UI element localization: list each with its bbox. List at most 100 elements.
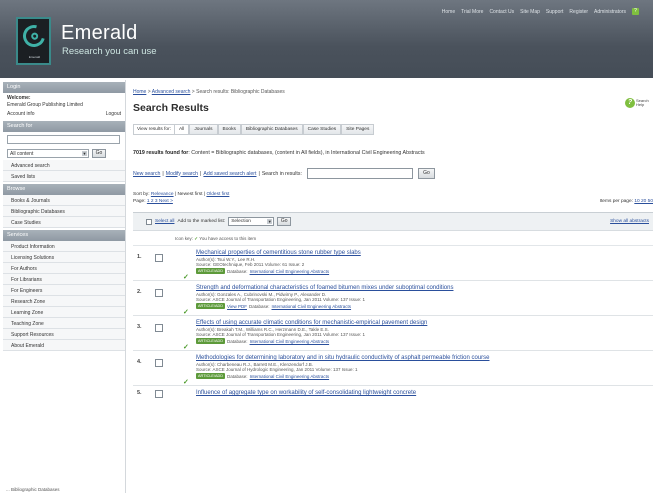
result-checkbox[interactable] — [155, 289, 163, 297]
add-marked-label: Add to the marked list: — [177, 219, 226, 224]
sort-relevance-link[interactable]: Relevance — [151, 192, 174, 197]
nav-home-link[interactable]: Home — [442, 9, 455, 15]
result-title-link[interactable]: Effects of using accurate climatic condi… — [196, 320, 427, 326]
scope-select-value: All content — [10, 151, 34, 157]
sidebar-item-bibliographic-databases[interactable]: Bibliographic Databases — [3, 206, 125, 217]
welcome-org: Emerald Group Publishing Limited — [7, 101, 83, 108]
pagination-row: Page: 1 2 3 Next > Items per page: 10 20… — [133, 199, 653, 204]
result-database-link[interactable]: International Civil Engineering Abstract… — [250, 269, 330, 274]
page-links[interactable]: 1 2 3 Next > — [147, 199, 173, 204]
logout-link[interactable]: Logout — [106, 111, 121, 117]
login-heading[interactable]: Login — [3, 82, 125, 93]
sidebar-item-licensing-solutions[interactable]: Licensing Solutions — [3, 252, 125, 263]
account-info-link[interactable]: Account info — [7, 111, 35, 117]
account-row: Account info Logout — [3, 110, 125, 119]
nav-support-link[interactable]: Support — [546, 9, 564, 15]
result-number: 5. — [137, 390, 142, 396]
tabs-label: View results for: — [133, 124, 175, 135]
sidebar-search-input[interactable] — [7, 135, 120, 144]
result-database-label: Database: — [227, 268, 248, 274]
new-search-link[interactable]: New search — [133, 171, 160, 177]
result-database-link[interactable]: International Civil Engineering Abstract… — [250, 339, 330, 344]
tab-bibliographic-databases[interactable]: Bibliographic Databases — [240, 124, 303, 135]
nav-register-link[interactable]: Register — [569, 9, 588, 15]
nav-trial-link[interactable]: Trial More — [461, 9, 483, 15]
sort-newest[interactable]: | Newest first | — [174, 192, 207, 197]
sidebar-go-button[interactable]: Go — [92, 149, 106, 158]
result-title-link[interactable]: Mechanical properties of cementitious st… — [196, 250, 361, 256]
result-type-badge[interactable]: ARTICLE/ADD — [196, 303, 226, 309]
sidebar-item-for-engineers[interactable]: For Engineers — [3, 285, 125, 296]
help-icon[interactable]: ? — [632, 8, 639, 15]
browse-heading: Browse — [3, 184, 125, 195]
marked-list-select[interactable]: Selection ▼ — [228, 217, 275, 226]
view-pdf-link[interactable]: View PDF — [227, 304, 247, 309]
sidebar-item-learning-zone[interactable]: Learning Zone — [3, 307, 125, 318]
icon-key-text: You have access to this item — [199, 236, 257, 241]
emerald-logo[interactable]: Emerald — [16, 17, 51, 65]
sidebar-item-books-journals[interactable]: Books & Journals — [3, 195, 125, 206]
access-check-icon: ✓ — [183, 344, 189, 351]
nav-contact-link[interactable]: Contact Us — [489, 9, 514, 15]
result-source: Source: ASCE Journal of Transportation E… — [196, 332, 366, 337]
search-help-button[interactable]: ? Search Help — [625, 98, 649, 108]
result-type-badge[interactable]: ARTICLE/ADD — [196, 338, 226, 344]
sidebar-item-case-studies[interactable]: Case Studies — [3, 217, 125, 228]
result-title-link[interactable]: Methodologies for determining laboratory… — [196, 355, 490, 361]
result-database-link[interactable]: International Civil Engineering Abstract… — [250, 374, 330, 379]
sidebar-item-for-librarians[interactable]: For Librarians — [3, 274, 125, 285]
results-count: 7019 results found for — [133, 150, 189, 156]
icon-key: Icon key: ✓ You have access to this item — [133, 231, 653, 246]
nav-administrators-link[interactable]: Administrators — [594, 9, 626, 15]
show-abstracts-link[interactable]: Show all abstracts — [610, 219, 649, 224]
result-type-badge[interactable]: ARTICLE/ADD — [196, 268, 226, 274]
result-database-label: Database: — [227, 373, 248, 379]
search-heading: Search for — [3, 121, 125, 132]
select-all-link[interactable]: Select all — [155, 219, 174, 224]
sidebar-item-teaching-zone[interactable]: Teaching Zone — [3, 318, 125, 329]
add-alert-link[interactable]: Add saved search alert — [203, 171, 256, 177]
result-checkbox[interactable] — [155, 324, 163, 332]
sidebar-item-support-resources[interactable]: Support Resources — [3, 329, 125, 340]
result-checkbox[interactable] — [155, 254, 163, 262]
breadcrumb: Home > Advanced search > Search results:… — [133, 80, 653, 95]
search-within-input[interactable] — [306, 168, 413, 179]
result-type-badge[interactable]: ARTICLE/ADD — [196, 373, 226, 379]
result-title-link[interactable]: Strength and deformational characteristi… — [196, 285, 453, 291]
marked-go-button[interactable]: Go — [277, 217, 292, 226]
result-ops: ARTICLE/ADD Database: International Civi… — [196, 373, 329, 379]
sidebar-item-for-authors[interactable]: For Authors — [3, 263, 125, 274]
breadcrumb-home-link[interactable]: Home — [133, 89, 146, 95]
per-page-links[interactable]: 10 20 50 — [634, 199, 653, 204]
tab-books[interactable]: Books — [217, 124, 241, 135]
result-checkbox[interactable] — [155, 390, 163, 398]
chevron-down-icon: ▼ — [82, 151, 87, 156]
sidebar-item-advanced-search[interactable]: Advanced search — [3, 160, 125, 171]
modify-search-link[interactable]: Modify search — [166, 171, 198, 177]
sidebar-item-product-information[interactable]: Product Information — [3, 241, 125, 252]
main-content: Home > Advanced search > Search results:… — [133, 80, 653, 493]
access-check-icon: ✓ — [183, 274, 189, 281]
top-nav: Home Trial More Contact Us Site Map Supp… — [442, 8, 639, 15]
breadcrumb-current: > Search results: Bibliographic Database… — [190, 89, 285, 95]
result-source: Source: GEOtechnique, Feb 2011 Volume: 6… — [196, 262, 305, 267]
marked-list-value: Selection — [231, 219, 251, 224]
breadcrumb-advanced-link[interactable]: Advanced search — [152, 89, 191, 95]
scope-select[interactable]: All content ▼ — [7, 149, 89, 158]
sort-oldest-link[interactable]: Oldest first — [206, 192, 229, 197]
result-title-link[interactable]: Influence of aggregate type on workabili… — [196, 390, 416, 396]
tab-site-pages[interactable]: Site Pages — [341, 124, 375, 135]
select-all-checkbox[interactable] — [146, 218, 152, 225]
sidebar-item-about-emerald[interactable]: About Emerald — [3, 340, 125, 351]
sidebar-item-saved-lists[interactable]: Saved lists — [3, 171, 125, 182]
tab-case-studies[interactable]: Case Studies — [302, 124, 342, 135]
tab-all[interactable]: All — [174, 124, 190, 135]
brand-tagline: Research you can use — [62, 46, 157, 57]
result-checkbox[interactable] — [155, 359, 163, 367]
search-within-go-button[interactable]: Go — [417, 168, 435, 179]
sidebar-item-research-zone[interactable]: Research Zone — [3, 296, 125, 307]
tab-journals[interactable]: Journals — [189, 124, 218, 135]
result-database-link[interactable]: International Civil Engineering Abstract… — [272, 304, 352, 309]
nav-sitemap-link[interactable]: Site Map — [520, 9, 540, 15]
brand-name: Emerald — [61, 22, 138, 44]
